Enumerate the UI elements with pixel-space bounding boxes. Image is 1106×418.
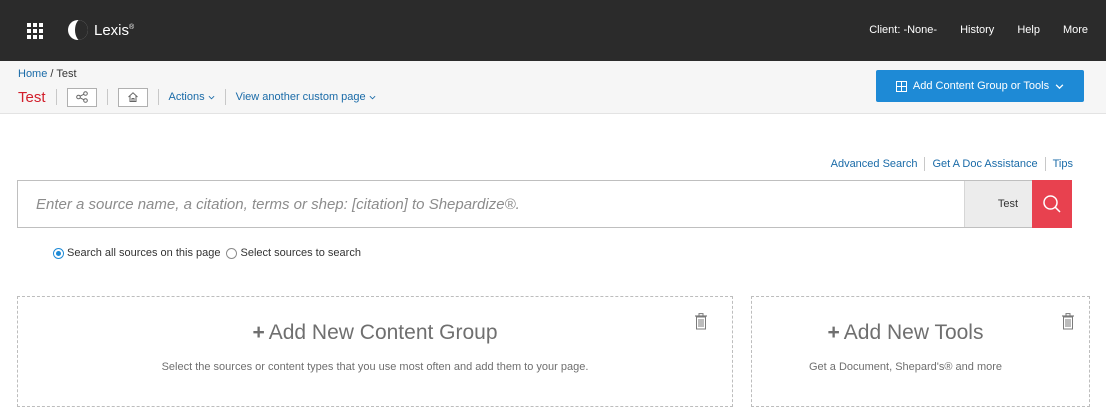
search-links: Advanced Search Get A Doc Assistance Tip… [831, 157, 1073, 171]
home-icon [127, 92, 138, 102]
search-source-options: Search all sources on this page Select s… [53, 247, 361, 259]
add-content-button-label: Add Content Group or Tools [912, 80, 1050, 92]
plus-icon: + [827, 321, 840, 344]
divider [106, 89, 108, 105]
breadcrumb-separator: / [47, 68, 57, 80]
get-a-doc-assistance-link[interactable]: Get A Doc Assistance [932, 158, 1037, 170]
add-content-group-panel[interactable]: + Add New Content Group Select the source… [17, 296, 733, 407]
more-menu[interactable]: More [1063, 24, 1088, 36]
divider [55, 89, 57, 105]
search-icon [1043, 195, 1061, 213]
help-link[interactable]: Help [1017, 24, 1040, 36]
search-all-sources-option[interactable]: Search all sources on this page [53, 247, 220, 259]
lexis-logo-mark [68, 20, 88, 40]
view-another-page-dropdown[interactable]: View another custom page [236, 91, 376, 103]
select-sources-label: Select sources to search [240, 247, 361, 259]
chevron-down-icon [369, 95, 376, 99]
search-button[interactable] [1032, 180, 1072, 228]
trash-icon[interactable] [694, 313, 708, 330]
select-sources-option[interactable]: Select sources to search [226, 247, 361, 259]
history-link[interactable]: History [960, 24, 994, 36]
add-content-group-or-tools-button[interactable]: Add Content Group or Tools [876, 70, 1084, 102]
breadcrumb-home[interactable]: Home [18, 68, 47, 80]
share-button[interactable] [66, 87, 97, 107]
radio-button[interactable] [226, 247, 238, 259]
divider [157, 89, 159, 105]
search-all-sources-label: Search all sources on this page [67, 247, 221, 259]
app-grid-icon[interactable] [27, 23, 43, 39]
page-title: Test [18, 88, 46, 106]
actions-dropdown[interactable]: Actions [169, 91, 215, 103]
search-bar: Test [17, 180, 1072, 228]
radio-button-selected[interactable] [53, 247, 64, 259]
advanced-search-link[interactable]: Advanced Search [831, 158, 918, 170]
breadcrumb: Home / Test [18, 68, 77, 80]
divider [924, 157, 926, 171]
add-new-tools-title: + Add New Tools [827, 321, 984, 344]
tips-link[interactable]: Tips [1053, 158, 1073, 170]
top-nav-links: Client: -None- History Help More [869, 24, 1088, 36]
client-menu[interactable]: Client: -None- [869, 24, 937, 36]
add-new-tools-description: Get a Document, Shepard's® and more [808, 361, 1003, 373]
divider [224, 89, 226, 105]
share-icon [75, 91, 88, 103]
search-input[interactable] [18, 181, 964, 227]
divider [1044, 157, 1046, 171]
top-navbar: Lexis® Client: -None- History Help More [0, 0, 1106, 61]
title-toolbar: Test Actions View another custom page [18, 86, 376, 108]
grid-plus-icon [895, 80, 907, 92]
trash-icon[interactable] [1061, 313, 1075, 330]
lexis-logo[interactable]: Lexis® [68, 20, 134, 40]
add-new-tools-panel[interactable]: + Add New Tools Get a Document, Shepard's… [751, 296, 1090, 407]
plus-icon: + [252, 321, 265, 344]
search-scope-label: Test [997, 198, 1019, 210]
chevron-down-icon [208, 95, 215, 99]
add-content-group-title: + Add New Content Group [252, 321, 498, 344]
chevron-down-icon [1055, 83, 1064, 89]
add-content-group-description: Select the sources or content types that… [161, 361, 589, 373]
breadcrumb-current: Test [56, 68, 77, 80]
view-another-page-label: View another custom page [235, 91, 366, 103]
actions-label: Actions [168, 91, 205, 103]
page-header: Home / Test Test Actions View another cu… [0, 61, 1106, 114]
lexis-logo-text: Lexis® [94, 21, 135, 39]
home-button[interactable] [117, 87, 148, 107]
